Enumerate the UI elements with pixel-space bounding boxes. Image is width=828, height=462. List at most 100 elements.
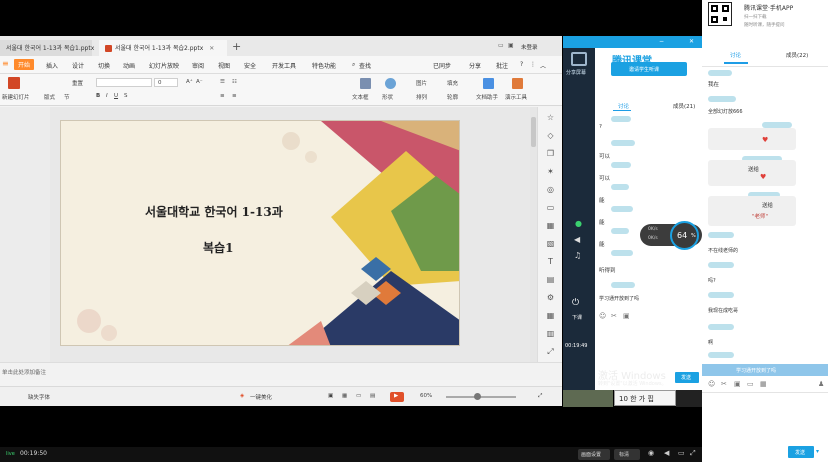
- menu-comment[interactable]: 批注: [496, 61, 508, 70]
- font-name-select[interactable]: [96, 78, 152, 87]
- new-slide-icon[interactable]: [8, 77, 20, 89]
- slide-subtitle[interactable]: 복습1: [203, 239, 233, 256]
- vertical-scrollbar[interactable]: [530, 107, 537, 362]
- current-slide[interactable]: 서울대학교 한국어 1-13과 복습1: [60, 120, 460, 346]
- grid-icon[interactable]: ▦: [546, 311, 555, 320]
- slide-title[interactable]: 서울대학교 한국어 1-13과: [145, 203, 283, 220]
- menu-animation[interactable]: 动画: [123, 61, 135, 70]
- screenshot-icon[interactable]: ▭: [747, 380, 754, 388]
- tab-discussion[interactable]: 讨论: [618, 102, 629, 110]
- align-center-icon[interactable]: ≡: [232, 93, 237, 99]
- help-icon[interactable]: ?: [520, 61, 523, 68]
- menu-transition[interactable]: 切换: [98, 61, 110, 70]
- user-icon[interactable]: ♟: [818, 380, 824, 388]
- image-icon[interactable]: ▣: [623, 312, 630, 320]
- decrease-font-icon[interactable]: A⁻: [196, 79, 203, 85]
- bold-button[interactable]: B: [96, 93, 100, 99]
- chat-input[interactable]: [702, 392, 828, 444]
- tab-discussion[interactable]: 讨论: [730, 51, 741, 59]
- italic-button[interactable]: I: [106, 93, 108, 99]
- reading-view-icon[interactable]: ▭: [356, 393, 361, 399]
- menu-developer[interactable]: 开发工具: [272, 61, 296, 70]
- menu-home[interactable]: 开始: [14, 59, 35, 70]
- volume-icon[interactable]: ◀: [664, 449, 669, 457]
- notes-area[interactable]: 单击此处添加备注: [0, 362, 562, 380]
- quality-button[interactable]: 标清: [614, 449, 640, 460]
- arrange-button[interactable]: 排列: [416, 93, 427, 101]
- menu-security[interactable]: 安全: [244, 61, 256, 70]
- close-tab-icon[interactable]: ✕: [209, 45, 214, 52]
- mic-icon[interactable]: ●: [575, 219, 582, 228]
- menu-synced[interactable]: 已同步: [433, 61, 451, 70]
- strikethrough-button[interactable]: S: [124, 93, 128, 99]
- menu-slideshow[interactable]: 幻灯片放映: [149, 61, 179, 70]
- chart-icon[interactable]: ▤: [546, 275, 555, 284]
- fill-button[interactable]: 填充: [447, 79, 458, 87]
- reset-button[interactable]: 重置: [72, 79, 83, 87]
- star-icon[interactable]: ☆: [546, 113, 555, 122]
- emoji-icon[interactable]: ☺: [599, 312, 606, 320]
- mic-icon[interactable]: ◉: [648, 449, 654, 457]
- section-button[interactable]: 节: [64, 93, 70, 101]
- document-tab-1[interactable]: 서울대 한국어 1-13과 복습1.pptx: [0, 40, 94, 56]
- image-icon[interactable]: ▣: [734, 380, 741, 388]
- normal-view-icon[interactable]: ▣: [328, 393, 333, 399]
- scissors-icon[interactable]: ✂: [611, 312, 617, 320]
- panel-close-icon[interactable]: ✕: [689, 38, 694, 45]
- globe-icon[interactable]: ◎: [546, 185, 555, 194]
- layout-button[interactable]: 版式: [44, 93, 55, 101]
- sorter-view-icon[interactable]: ▦: [342, 393, 347, 399]
- pip-icon[interactable]: ▭: [678, 449, 685, 457]
- text-icon[interactable]: T: [546, 257, 555, 266]
- missing-font-button[interactable]: 缺失字体: [28, 393, 50, 401]
- textbox-icon[interactable]: [360, 78, 371, 89]
- menu-design[interactable]: 设计: [72, 61, 84, 70]
- picture-settings-button[interactable]: 画面设置: [578, 449, 610, 460]
- beautify-icon[interactable]: ◈: [240, 393, 244, 399]
- qr-code[interactable]: [708, 2, 732, 26]
- presentation-tools-icon[interactable]: [512, 78, 523, 89]
- font-size-select[interactable]: 0: [154, 78, 178, 87]
- image-icon[interactable]: ▧: [546, 239, 555, 248]
- doc-assistant-icon[interactable]: [483, 78, 494, 89]
- picture-button[interactable]: 图片: [416, 79, 427, 87]
- expand-icon[interactable]: ⤢: [546, 347, 555, 356]
- menu-review[interactable]: 审阅: [192, 61, 204, 70]
- shapes-icon[interactable]: ◇: [546, 131, 555, 140]
- login-status[interactable]: 未登录: [521, 43, 538, 51]
- more-icon[interactable]: ⋮: [530, 61, 536, 68]
- tab-members[interactable]: 成员(22): [786, 51, 808, 59]
- beautify-button[interactable]: 一键美化: [250, 393, 272, 401]
- outline-button[interactable]: 轮廓: [447, 93, 458, 101]
- zoom-slider[interactable]: [446, 396, 516, 398]
- increase-font-icon[interactable]: A⁺: [186, 79, 193, 85]
- underline-button[interactable]: U: [114, 93, 118, 99]
- align-left-icon[interactable]: ≡: [220, 93, 225, 99]
- emoji-icon[interactable]: ☺: [708, 380, 715, 388]
- fit-window-icon[interactable]: ⤢: [538, 393, 542, 400]
- new-tab-icon[interactable]: +: [232, 40, 241, 53]
- scissors-icon[interactable]: ✂: [721, 380, 727, 388]
- end-class-button[interactable]: 下课: [572, 314, 582, 321]
- minimize-icon[interactable]: ▭: [498, 42, 504, 49]
- menu-file-icon[interactable]: ≡: [2, 59, 9, 68]
- fullscreen-icon[interactable]: ⤢: [690, 449, 696, 458]
- latest-message-highlight[interactable]: 学习通开放到了吗: [702, 364, 828, 376]
- settings-icon[interactable]: ⚙: [546, 293, 555, 302]
- collapse-ribbon-icon[interactable]: ︿: [540, 61, 546, 70]
- ime-toolbar[interactable]: 10 한 가 핍: [614, 390, 676, 406]
- new-slide-button[interactable]: 新建幻灯片: [2, 93, 30, 101]
- textbox-button[interactable]: 文本框: [352, 93, 369, 101]
- power-icon[interactable]: ⏻: [572, 298, 579, 308]
- numbering-icon[interactable]: ☷: [232, 79, 237, 85]
- animation-icon[interactable]: ✶: [546, 167, 555, 176]
- tab-members[interactable]: 成员(21): [673, 102, 695, 110]
- scrollbar-thumb[interactable]: [531, 117, 536, 147]
- menu-search[interactable]: 查找: [359, 61, 371, 70]
- menu-share[interactable]: 分享: [469, 61, 481, 70]
- menu-features[interactable]: 特色功能: [312, 61, 336, 70]
- bullets-icon[interactable]: ☰: [220, 79, 225, 85]
- send-button[interactable]: 发送: [788, 446, 814, 458]
- speaker-icon[interactable]: ◀: [574, 235, 580, 244]
- menu-view[interactable]: 视图: [218, 61, 230, 70]
